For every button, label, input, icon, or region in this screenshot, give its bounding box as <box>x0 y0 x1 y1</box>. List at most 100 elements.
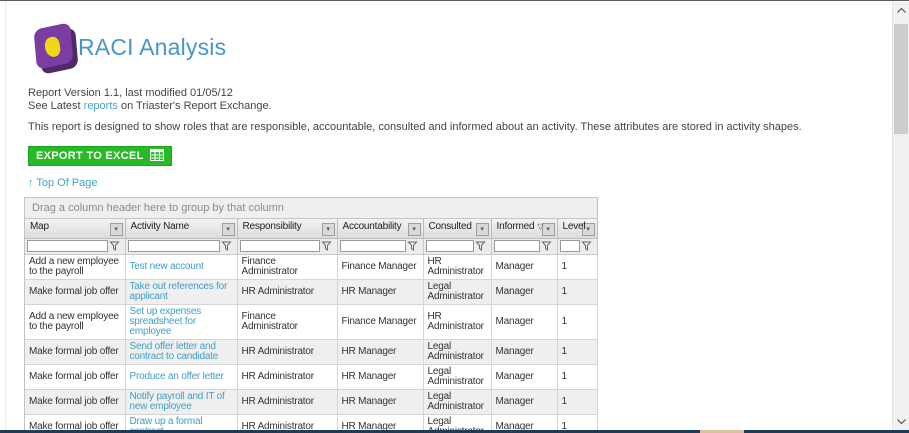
column-menu-button[interactable]: ▾ <box>408 223 421 236</box>
see-latest-suffix: on Triaster's Report Exchange. <box>118 100 272 112</box>
filter-input-informed[interactable] <box>494 240 540 252</box>
cell-responsibility: HR Administrator <box>237 339 337 364</box>
cell-map: Make formal job offer <box>25 339 125 364</box>
table-row: Make formal job offer Produce an offer le… <box>25 364 597 389</box>
cell-accountability: HR Manager <box>337 339 423 364</box>
cell-consulted: Legal Administrator <box>423 279 491 304</box>
browser-viewport: RACI Analysis Report Version 1.1, last m… <box>0 0 909 433</box>
report-description: This report is designed to show roles th… <box>28 121 802 133</box>
cell-map: Add a new employee to the payroll <box>25 254 125 279</box>
top-of-page-link[interactable]: ↑ Top Of Page <box>28 177 98 189</box>
cell-responsibility: HR Administrator <box>237 279 337 304</box>
version-line: Report Version 1.1, last modified 01/05/… <box>28 87 233 99</box>
cell-activity: Take out references for applicant <box>125 279 237 304</box>
column-label: Activity Name <box>131 221 190 232</box>
filter-input-consulted[interactable] <box>426 240 474 252</box>
activity-link[interactable]: Take out references for applicant <box>130 281 228 302</box>
cell-informed: Manager <box>491 389 557 414</box>
cell-activity: Set up expenses spreadsheet for employee <box>125 304 237 339</box>
reports-link[interactable]: reports <box>84 100 118 112</box>
cell-level: 1 <box>557 279 597 304</box>
table-row: Make formal job offerTake out references… <box>25 279 597 304</box>
table-row: Add a new employee to the payroll Test ne… <box>25 254 597 279</box>
cell-level: 1 <box>557 304 597 339</box>
filter-input-map[interactable] <box>27 240 108 252</box>
cell-map: Add a new employee to the payroll <box>25 304 125 339</box>
activity-link[interactable]: Produce an offer letter <box>130 371 224 382</box>
group-by-bar[interactable]: Drag a column header here to group by th… <box>25 198 597 219</box>
window-left-border <box>5 1 6 433</box>
column-label: Map <box>30 221 49 232</box>
scroll-up-arrow[interactable] <box>893 2 909 19</box>
activity-link[interactable]: Notify payroll and IT of new employee <box>130 391 225 412</box>
filter-funnel-icon[interactable] <box>321 240 332 252</box>
activity-link[interactable]: Test new account <box>130 261 204 272</box>
cell-activity: Notify payroll and IT of new employee <box>125 389 237 414</box>
cell-accountability: Finance Manager <box>337 254 423 279</box>
filter-funnel-icon[interactable] <box>407 240 418 252</box>
cell-consulted: HR Administrator <box>423 304 491 339</box>
cell-activity: Produce an offer letter <box>125 364 237 389</box>
column-label: Level <box>563 221 586 232</box>
cell-map: Make formal job offer <box>25 364 125 389</box>
column-menu-button[interactable]: ▾ <box>542 223 555 236</box>
see-latest-prefix: See Latest <box>28 100 84 112</box>
filter-cell-map <box>25 238 125 254</box>
cell-responsibility: HR Administrator <box>237 364 337 389</box>
filter-funnel-icon[interactable] <box>541 240 552 252</box>
export-to-excel-button[interactable]: EXPORT TO EXCEL <box>28 146 172 166</box>
filter-funnel-icon[interactable] <box>221 240 232 252</box>
filter-cell-accountability <box>337 238 423 254</box>
scrollbar-thumb[interactable] <box>894 24 908 134</box>
cell-consulted: HR Administrator <box>423 254 491 279</box>
cell-level: 1 <box>557 364 597 389</box>
filter-input-responsibility[interactable] <box>240 240 320 252</box>
column-header-accountability[interactable]: ▾ Accountability <box>337 219 423 238</box>
column-header-consulted[interactable]: ▾ Consulted <box>423 219 491 238</box>
cell-informed: Manager <box>491 339 557 364</box>
column-menu-button[interactable]: ▾ <box>322 223 335 236</box>
filter-input-accountability[interactable] <box>340 240 406 252</box>
filter-cell-informed <box>491 238 557 254</box>
cell-informed: Manager <box>491 304 557 339</box>
column-header-informed[interactable]: ▾Informed▽ <box>491 219 557 238</box>
activity-link[interactable]: Set up expenses spreadsheet for employee <box>130 306 202 337</box>
column-label: Responsibility <box>243 221 302 232</box>
filter-input-activity[interactable] <box>128 240 220 252</box>
column-label: Accountability <box>343 221 402 232</box>
column-menu-button[interactable]: ▾ <box>110 223 123 236</box>
cell-level: 1 <box>557 254 597 279</box>
cell-responsibility: Finance Administrator <box>237 304 337 339</box>
column-menu-button[interactable]: ▾ <box>222 223 235 236</box>
cell-accountability: HR Manager <box>337 389 423 414</box>
filter-funnel-icon[interactable] <box>109 240 120 252</box>
export-button-label: EXPORT TO EXCEL <box>36 150 144 162</box>
filter-input-level[interactable] <box>560 240 580 252</box>
cell-informed: Manager <box>491 279 557 304</box>
column-menu-button[interactable]: ▾ <box>476 223 489 236</box>
scroll-down-arrow[interactable] <box>893 413 909 430</box>
filter-funnel-icon[interactable] <box>581 240 592 252</box>
column-header-responsibility[interactable]: ▾ Responsibility <box>237 219 337 238</box>
cell-activity: Test new account <box>125 254 237 279</box>
column-header-activity[interactable]: ▾ Activity Name <box>125 219 237 238</box>
table-row: Add a new employee to the payrollSet up … <box>25 304 597 339</box>
grid-header-row: ▾ Map ▾ Activity Name ▾ Responsibility ▾ Accoun… <box>25 219 597 238</box>
activity-link[interactable]: Send offer letter and contract to candid… <box>130 341 219 362</box>
cell-map: Make formal job offer <box>25 279 125 304</box>
cell-informed: Manager <box>491 364 557 389</box>
cell-level: 1 <box>557 389 597 414</box>
filter-cell-consulted <box>423 238 491 254</box>
column-label: Consulted <box>429 221 472 232</box>
filter-funnel-icon[interactable] <box>475 240 486 252</box>
column-header-level[interactable]: ▾Level <box>557 219 597 238</box>
sort-desc-icon: ▽ <box>537 222 543 231</box>
vertical-scrollbar[interactable] <box>892 2 909 433</box>
cell-accountability: Finance Manager <box>337 304 423 339</box>
cell-accountability: HR Manager <box>337 279 423 304</box>
column-header-map[interactable]: ▾ Map <box>25 219 125 238</box>
cell-activity: Send offer letter and contract to candid… <box>125 339 237 364</box>
cell-level: 1 <box>557 339 597 364</box>
filter-cell-responsibility <box>237 238 337 254</box>
grid-filter-row <box>25 238 597 254</box>
